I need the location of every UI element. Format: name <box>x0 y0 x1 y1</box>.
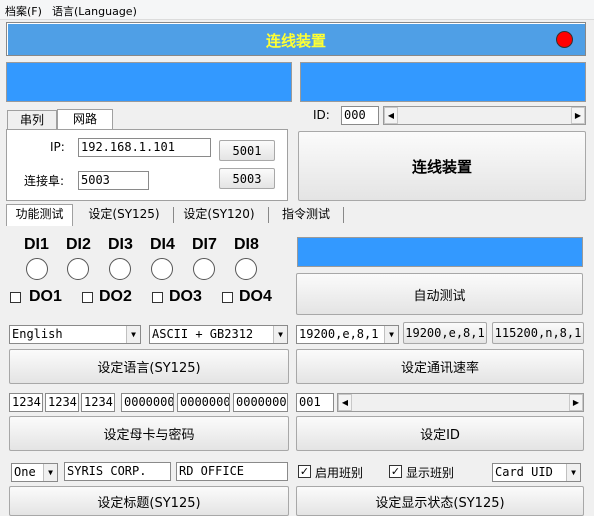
chevron-down-icon[interactable]: ▼ <box>566 464 580 481</box>
id-scrollbar[interactable]: ◀ ▶ <box>383 106 586 125</box>
display-box-left <box>6 62 292 102</box>
password-input-1[interactable]: 1234 <box>9 393 43 412</box>
mastercard-input-1[interactable]: 0000000000 <box>121 393 174 412</box>
baud-select-value: 19200,e,8,1 <box>299 327 379 341</box>
menu-bar: 档案(F) 语言(Language) <box>0 0 594 20</box>
enable-shift-checkbox[interactable]: ✓ <box>298 465 311 478</box>
di4-label: DI4 <box>150 236 175 253</box>
do1-label: DO1 <box>29 288 62 305</box>
di8-indicator <box>235 258 257 280</box>
set-title-button[interactable]: 设定标题(SY125) <box>9 486 289 516</box>
di1-label: DI1 <box>24 236 49 253</box>
baud-115200-button[interactable]: 115200,n,8,1 <box>492 322 584 344</box>
encoding-select[interactable]: ASCII + GB2312 ▼ <box>149 325 288 344</box>
mastercard-input-2[interactable]: 0000000000 <box>177 393 230 412</box>
tab-settings-sy125[interactable]: 设定(SY125) <box>80 205 168 226</box>
scroll-left-icon[interactable]: ◀ <box>384 107 398 124</box>
set-baud-rate-button[interactable]: 设定通讯速率 <box>296 349 584 384</box>
title-line2-input[interactable]: RD OFFICE <box>176 462 288 481</box>
do1-checkbox[interactable] <box>10 292 21 303</box>
display-box-right <box>300 62 586 102</box>
di3-indicator <box>109 258 131 280</box>
enable-shift-label: 启用班别 <box>315 466 364 480</box>
baud-19200-button[interactable]: 19200,e,8,1 <box>403 322 487 344</box>
language-select-value: English <box>12 327 63 341</box>
do3-checkbox[interactable] <box>152 292 163 303</box>
set-mastercard-password-button[interactable]: 设定母卡与密码 <box>9 416 289 451</box>
connect-device-button[interactable]: 连线装置 <box>298 131 586 201</box>
do4-checkbox[interactable] <box>222 292 233 303</box>
card-display-select[interactable]: Card UID ▼ <box>492 463 581 482</box>
id-input-2[interactable]: 001 <box>296 393 334 412</box>
connection-led-icon <box>556 31 573 48</box>
show-shift-checkbox[interactable]: ✓ <box>389 465 402 478</box>
di7-label: DI7 <box>192 236 217 253</box>
title-line-select-value: One <box>14 465 36 479</box>
password-input-2[interactable]: 1234 <box>45 393 79 412</box>
encoding-select-value: ASCII + GB2312 <box>152 327 254 341</box>
do3-label: DO3 <box>169 288 202 305</box>
title-line1-input[interactable]: SYRIS CORP. <box>64 462 171 481</box>
mastercard-input-3[interactable]: 0000000000 <box>233 393 288 412</box>
menu-file[interactable]: 档案(F) <box>5 3 42 19</box>
do4-label: DO4 <box>239 288 272 305</box>
tab-settings-sy120[interactable]: 设定(SY120) <box>176 205 262 226</box>
tab-divider <box>173 207 174 223</box>
port-label: 连接阜: <box>24 174 65 188</box>
set-id-button[interactable]: 设定ID <box>296 416 584 451</box>
set-language-button[interactable]: 设定语言(SY125) <box>9 349 289 384</box>
do2-checkbox[interactable] <box>82 292 93 303</box>
port-input[interactable]: 5003 <box>78 171 149 190</box>
ip-label: IP: <box>50 140 65 154</box>
tab-divider <box>343 207 344 223</box>
di2-label: DI2 <box>66 236 91 253</box>
id-input[interactable]: 000 <box>341 106 379 125</box>
chevron-down-icon[interactable]: ▼ <box>384 326 398 343</box>
id-scrollbar-2[interactable]: ◀ ▶ <box>337 393 584 412</box>
di7-indicator <box>193 258 215 280</box>
tab-command-test[interactable]: 指令测试 <box>272 205 340 226</box>
baud-select[interactable]: 19200,e,8,1 ▼ <box>296 325 399 344</box>
di8-label: DI8 <box>234 236 259 253</box>
tab-network[interactable]: 网路 <box>57 109 113 130</box>
scroll-right-icon[interactable]: ▶ <box>571 107 585 124</box>
di2-indicator <box>67 258 89 280</box>
title-line-select[interactable]: One ▼ <box>11 463 58 482</box>
chevron-down-icon[interactable]: ▼ <box>43 464 57 481</box>
id-label: ID: <box>313 108 330 122</box>
language-select[interactable]: English ▼ <box>9 325 141 344</box>
menu-language[interactable]: 语言(Language) <box>52 3 137 19</box>
di4-indicator <box>151 258 173 280</box>
tab-serial[interactable]: 串列 <box>7 110 57 130</box>
banner-title: 连线装置 <box>265 32 326 50</box>
scroll-left-icon[interactable]: ◀ <box>338 394 352 411</box>
scroll-right-icon[interactable]: ▶ <box>569 394 583 411</box>
ip-input[interactable]: 192.168.1.101 <box>78 138 211 157</box>
auto-test-button[interactable]: 自动测试 <box>296 273 583 315</box>
set-display-status-button[interactable]: 设定显示状态(SY125) <box>296 486 584 516</box>
port-5003-button[interactable]: 5003 <box>219 168 275 189</box>
do2-label: DO2 <box>99 288 132 305</box>
chevron-down-icon[interactable]: ▼ <box>273 326 287 343</box>
tab-function-test[interactable]: 功能测试 <box>6 204 73 226</box>
status-banner: 连线装置 <box>6 22 586 56</box>
port-5001-button[interactable]: 5001 <box>219 140 275 161</box>
chevron-down-icon[interactable]: ▼ <box>126 326 140 343</box>
show-shift-label: 显示班别 <box>406 466 455 480</box>
di1-indicator <box>26 258 48 280</box>
card-display-select-value: Card UID <box>495 465 553 479</box>
di3-label: DI3 <box>108 236 133 253</box>
status-display-box <box>297 237 583 267</box>
tab-divider <box>268 207 269 223</box>
password-input-3[interactable]: 1234 <box>81 393 115 412</box>
